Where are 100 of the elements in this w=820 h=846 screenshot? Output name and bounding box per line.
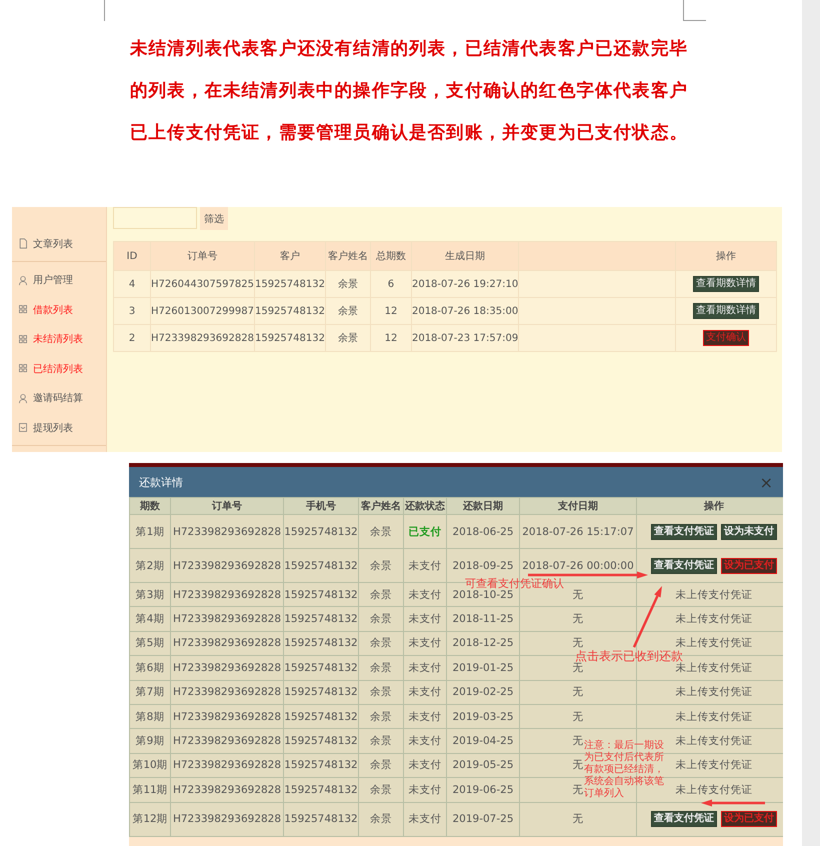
heading-text: 的列表，在未结清列表中的操作字段，支付确认的红色字体代表客户 [130,80,689,103]
document-icon [18,238,28,250]
user-icon [18,392,28,404]
table-cell: H726044307597825 [150,270,254,298]
table-cell: 第1期 [130,514,170,548]
column-header: 支付日期 [520,498,636,514]
column-header: 客户姓名 [358,498,404,514]
annotation-arrow [632,586,662,648]
table-cell: 余景 [358,582,404,607]
corner-mark [104,0,105,21]
table-cell: 余景 [325,270,370,298]
table-cell: 余景 [358,631,404,656]
table-cell: 余景 [358,656,404,680]
filter-field[interactable] [113,207,197,229]
sidebar-item[interactable]: 邀请码结算 [12,384,106,413]
table-cell: 未上传支付凭证 [636,704,783,729]
table-cell: 第5期 [130,631,170,656]
table-cell: H723398293692828 [170,704,284,729]
table-cell: 第2期 [130,548,170,582]
heading-text: 已上传支付凭证，需要管理员确认是否到账，并变更为已支付状态。 [130,122,689,145]
table-cell: 第7期 [130,680,170,704]
table-cell: 15925748132 [284,631,358,656]
table-cell: 6 [370,270,412,298]
table-cell: 2019-05-25 [446,753,520,778]
action-button[interactable]: 查看期数详情 [693,276,759,292]
table-cell: 无 [520,606,636,632]
table-cell: H723398293692828 [170,631,284,656]
filter-button[interactable]: 筛选 [200,207,228,230]
column-header: 订单号 [170,498,284,514]
column-header: 手机号 [284,498,358,514]
grid-icon [18,334,28,345]
action-button[interactable]: 设为未支付 [721,524,777,540]
table-cell: 2018-11-25 [446,606,520,632]
column-header: 订单号 [150,242,254,270]
table-cell: 第9期 [130,728,170,754]
column-header: 总期数 [370,242,412,270]
table-cell: 2019-07-25 [446,802,520,836]
sidebar-item[interactable]: 文章列表 [12,229,106,258]
table-cell: 余景 [358,728,404,754]
status-cell: 未支付 [404,582,446,607]
table-cell: 15925748132 [284,656,358,680]
action-button[interactable]: 查看支付凭证 [651,811,717,828]
table-cell: H723398293692828 [170,778,284,802]
column-header: 操作 [676,242,776,270]
column-header: 生成日期 [411,242,519,270]
table-cell: 15925748132 [284,778,358,802]
grid-icon [18,304,28,316]
table-cell: 15925748132 [284,514,358,548]
table-cell: 2019-01-25 [446,656,520,680]
table-cell: 2018-07-26 19:27:10 [411,270,519,298]
column-header: 客户姓名 [325,242,370,270]
action-button[interactable]: 查看期数详情 [693,303,759,319]
corner-mark [683,0,706,21]
table-cell: 第6期 [130,656,170,680]
sidebar-item[interactable]: 已结清列表 [12,354,106,384]
table-cell: 未上传支付凭证 [636,582,783,607]
table-cell: H723398293692828 [170,753,284,778]
table-cell: 第3期 [130,582,170,607]
status-cell: 未支付 [404,606,446,632]
form-icon [18,422,28,434]
sidebar-item[interactable]: 未结清列表 [12,324,106,354]
sidebar-item[interactable]: 用户管理 [12,266,106,295]
table-cell: 第12期 [130,802,170,836]
status-cell: 未支付 [404,680,446,704]
table-cell: 余景 [358,753,404,778]
table-cell: 第4期 [130,606,170,632]
status-cell: 未支付 [404,728,446,754]
table-cell: 余景 [358,778,404,802]
table-cell: 余景 [325,324,370,352]
status-cell: 未支付 [404,753,446,778]
table-cell: H723398293692828 [170,514,284,548]
status-cell: 未支付 [404,656,446,680]
table-cell: 2019-02-25 [446,680,520,704]
table-cell: 余景 [325,298,370,324]
column-header: 客户 [254,242,326,270]
table-cell: 15925748132 [254,324,326,352]
table-cell: 未上传支付凭证 [636,606,783,632]
table-cell: H723398293692828 [170,728,284,754]
table-cell: 2018-12-25 [446,631,520,656]
table-cell: H723398293692828 [170,802,284,836]
table-cell: 15925748132 [284,704,358,729]
sidebar-item[interactable]: 借款列表 [12,295,106,324]
dialog-title: 还款详情 [139,474,183,490]
table-cell: 余景 [358,802,404,836]
status-cell: 未支付 [404,778,446,802]
table-cell: 15925748132 [284,548,358,582]
table-cell: 12 [370,324,412,352]
table-cell: 15925748132 [284,753,358,778]
action-button[interactable]: 查看支付凭证 [651,558,717,574]
table-cell: 余景 [358,514,404,548]
action-button[interactable]: 查看支付凭证 [651,524,717,540]
table-cell: H723398293692828 [170,656,284,680]
annotation-arrow [701,800,765,807]
table-cell: 2019-06-25 [446,778,520,802]
table-cell: 第8期 [130,704,170,729]
sidebar-item[interactable]: 提现列表 [12,413,106,442]
table-cell: 15925748132 [284,802,358,836]
table-cell: 无 [520,704,636,729]
column-header: 操作 [636,498,783,514]
table-cell: 2 [114,324,150,352]
